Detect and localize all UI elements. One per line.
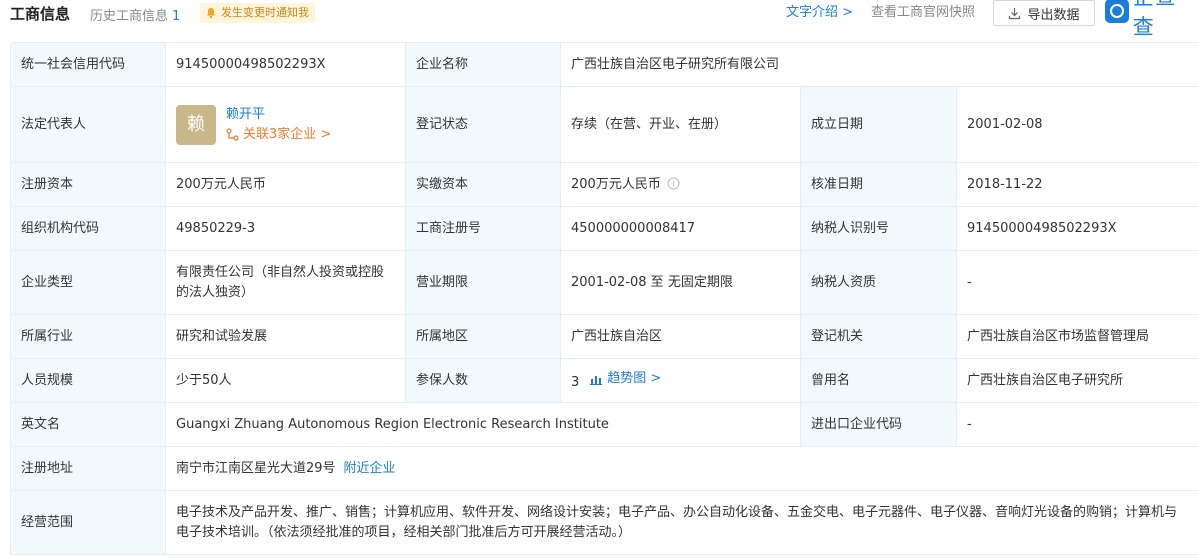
region-value: 广西壮族自治区	[560, 314, 801, 359]
notify-on-change-button[interactable]: 发生变更时通知我	[200, 3, 315, 23]
table-row: 统一社会信用代码 91450000498502293X 企业名称 广西壮族自治区…	[10, 42, 1198, 87]
import-export-label: 进出口企业代码	[800, 402, 957, 447]
reg-status-label: 登记状态	[405, 86, 561, 163]
legal-rep-value: 赖 赖开平 关联3家企业 >	[165, 86, 406, 163]
related-companies-link[interactable]: 关联3家企业 >	[226, 125, 331, 145]
scope-value: 电子技术及产品开发、推广、销售；计算机应用、软件开发、网络设计安装；电子产品、办…	[164, 490, 1198, 555]
history-info-link[interactable]: 历史工商信息 1	[90, 5, 180, 24]
trend-chart-label: 趋势图 >	[607, 370, 662, 386]
org-code-label: 组织机构代码	[10, 206, 166, 251]
history-count: 1	[172, 9, 181, 24]
approval-date-value: 2018-11-22	[955, 162, 1198, 207]
org-code-value: 49850229-3	[165, 206, 406, 251]
trend-chart-link[interactable]: 趋势图 >	[589, 369, 661, 389]
section-header: 工商信息 历史工商信息 1 发生变更时通知我 文字介绍 > 查看工商官网快照 导出…	[0, 0, 1198, 39]
official-snapshot-link[interactable]: 查看工商官网快照	[871, 1, 975, 20]
qichacha-logo: 企查查	[1105, 0, 1198, 39]
english-name-label: 英文名	[10, 402, 166, 447]
related-companies-label: 关联3家企业 >	[243, 126, 332, 142]
relation-icon	[226, 128, 239, 141]
scope-label: 经营范围	[10, 490, 166, 555]
notify-label: 发生变更时通知我	[221, 6, 309, 19]
taxpayer-id-label: 纳税人识别号	[800, 206, 957, 251]
reg-status-value: 存续（在营、开业、在册）	[560, 86, 801, 163]
reg-capital-value: 200万元人民币	[165, 162, 406, 207]
avatar: 赖	[176, 104, 216, 145]
reg-authority-value: 广西壮族自治区市场监督管理局	[955, 314, 1198, 359]
address-value: 南宁市江南区星光大道29号	[176, 460, 336, 476]
staff-size-label: 人员规模	[10, 358, 166, 403]
insured-value: 3	[571, 374, 580, 390]
nearby-companies-link[interactable]: 附近企业	[344, 461, 396, 476]
credit-code-label: 统一社会信用代码	[10, 42, 166, 87]
logo-icon	[1105, 0, 1129, 23]
logo-text: 企查查	[1132, 0, 1176, 39]
taxpayer-id-value: 91450000498502293X	[955, 206, 1198, 251]
industry-label: 所属行业	[10, 314, 166, 359]
paid-capital-label: 实缴资本	[405, 162, 561, 207]
import-export-value: -	[955, 402, 1198, 447]
export-data-button[interactable]: 导出数据	[993, 0, 1095, 26]
table-row: 注册资本 200万元人民币 实缴资本 200万元人民币 核准日期 2018-11…	[10, 162, 1198, 207]
table-row: 经营范围 电子技术及产品开发、推广、销售；计算机应用、软件开发、网络设计安装；电…	[10, 490, 1198, 555]
text-intro-link[interactable]: 文字介绍 >	[786, 1, 853, 20]
address-cell: 南宁市江南区星光大道29号 附近企业	[164, 446, 1198, 491]
table-row: 人员规模 少于50人 参保人数 3 趋势图 > 曾用名 广西壮族自治区电子研究所	[10, 358, 1198, 403]
table-row: 组织机构代码 49850229-3 工商注册号 450000000008417 …	[10, 206, 1198, 251]
bell-icon	[207, 8, 215, 19]
founded-value: 2001-02-08	[955, 86, 1198, 163]
taxpayer-qual-value: -	[955, 250, 1198, 315]
reg-number-label: 工商注册号	[405, 206, 561, 251]
company-type-label: 企业类型	[10, 250, 166, 315]
reg-authority-label: 登记机关	[800, 314, 957, 359]
founded-label: 成立日期	[800, 86, 957, 163]
company-type-value: 有限责任公司（非自然人投资或控股的法人独资）	[165, 250, 406, 315]
staff-size-value: 少于50人	[165, 358, 406, 403]
business-term-value: 2001-02-08 至 无固定期限	[560, 250, 801, 315]
insured-cell: 3 趋势图 >	[560, 358, 801, 403]
table-row: 英文名 Guangxi Zhuang Autonomous Region Ele…	[10, 402, 1198, 447]
table-row: 所属行业 研究和试验发展 所属地区 广西壮族自治区 登记机关 广西壮族自治区市场…	[10, 314, 1198, 359]
export-label: 导出数据	[1027, 7, 1080, 23]
table-row: 企业类型 有限责任公司（非自然人投资或控股的法人独资） 营业期限 2001-02…	[10, 250, 1198, 315]
section-title: 工商信息	[10, 5, 71, 23]
industry-value: 研究和试验发展	[165, 314, 406, 359]
business-term-label: 营业期限	[405, 250, 561, 315]
paid-capital-value: 200万元人民币	[571, 176, 661, 192]
english-name-value: Guangxi Zhuang Autonomous Region Electro…	[165, 402, 801, 447]
company-name-label: 企业名称	[405, 42, 561, 87]
table-row: 注册地址 南宁市江南区星光大道29号 附近企业	[10, 446, 1198, 491]
credit-code-value: 91450000498502293X	[165, 42, 406, 87]
download-icon	[1009, 7, 1021, 19]
approval-date-label: 核准日期	[800, 162, 957, 207]
region-label: 所属地区	[405, 314, 561, 359]
taxpayer-qual-label: 纳税人资质	[800, 250, 957, 315]
reg-capital-label: 注册资本	[10, 162, 166, 207]
reg-number-value: 450000000008417	[560, 206, 801, 251]
insured-label: 参保人数	[405, 358, 561, 403]
legal-rep-name-link[interactable]: 赖开平	[226, 105, 331, 125]
company-name-value: 广西壮族自治区电子研究所有限公司	[559, 42, 1198, 87]
table-row: 法定代表人 赖 赖开平 关联3家企业 > 登记状态 存续（在营、开业、在册） 成…	[10, 86, 1198, 163]
former-name-label: 曾用名	[800, 358, 957, 403]
business-info-table: 统一社会信用代码 91450000498502293X 企业名称 广西壮族自治区…	[10, 42, 1198, 555]
address-label: 注册地址	[10, 446, 166, 491]
paid-capital-cell: 200万元人民币	[560, 162, 801, 207]
history-info-label: 历史工商信息	[90, 9, 169, 24]
trend-chart-icon	[590, 375, 603, 385]
info-icon[interactable]	[667, 177, 680, 190]
former-name-value: 广西壮族自治区电子研究所	[955, 358, 1198, 403]
legal-rep-label: 法定代表人	[10, 86, 166, 163]
